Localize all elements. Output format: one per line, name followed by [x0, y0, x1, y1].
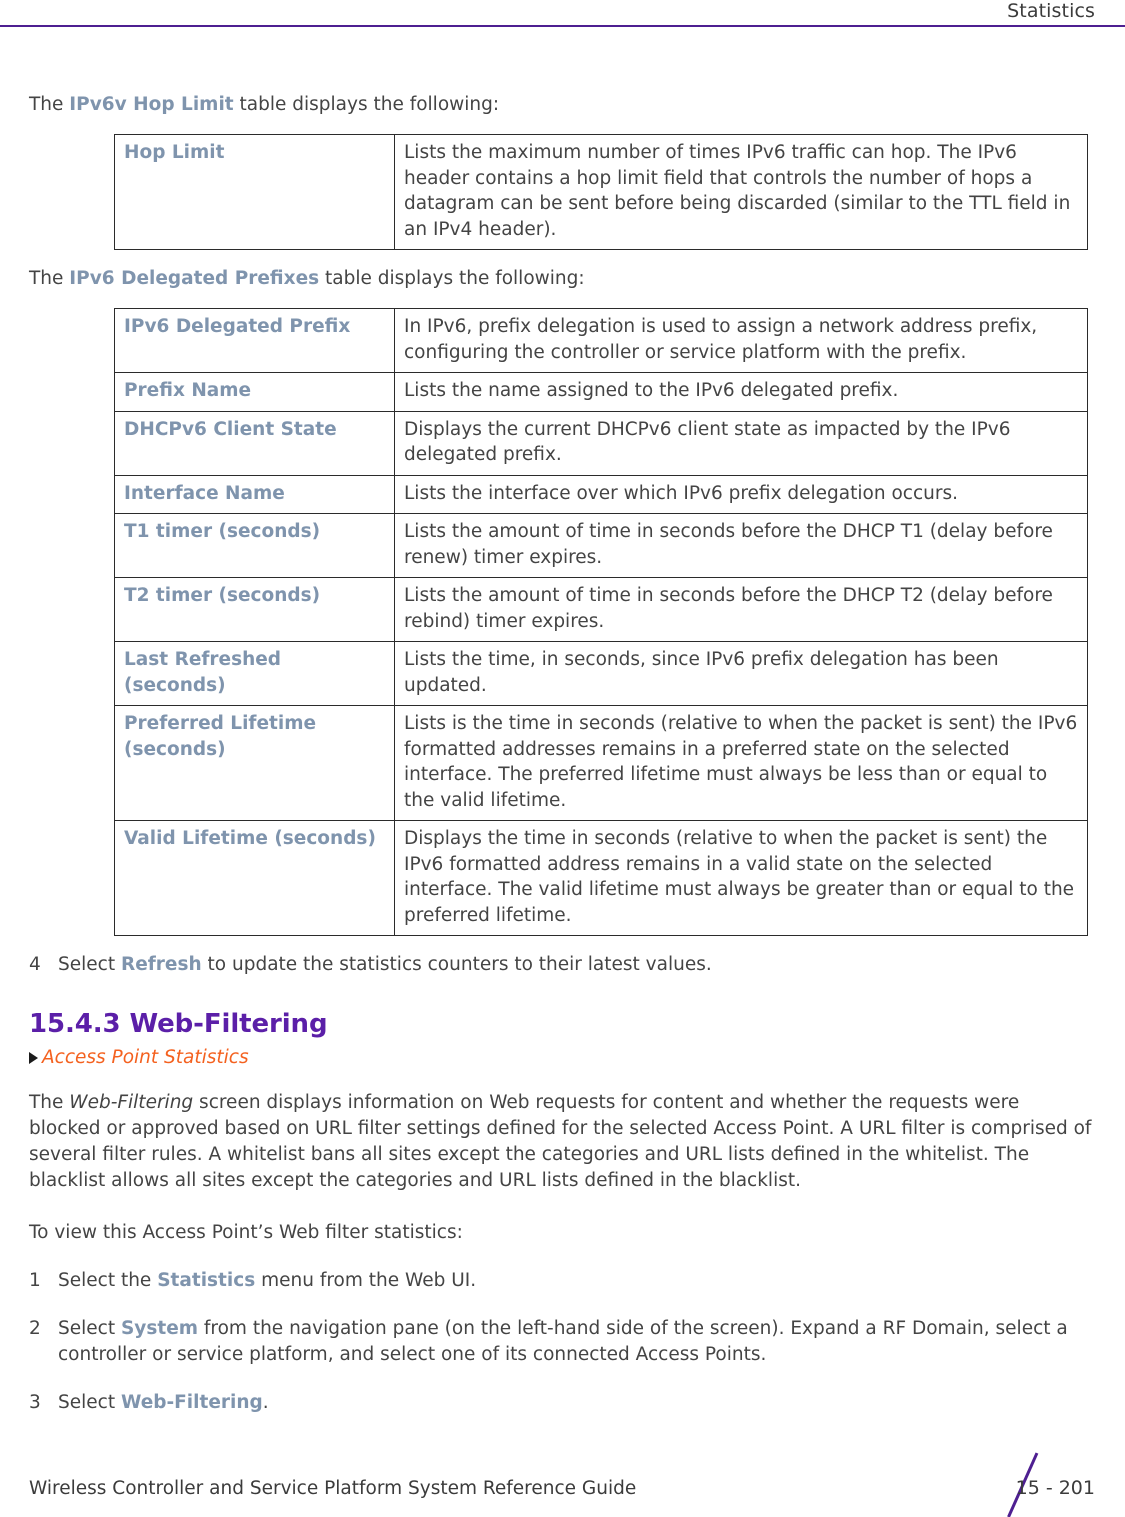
- row-description: Lists the amount of time in seconds befo…: [394, 513, 1088, 578]
- delegated-prefixes-table: IPv6 Delegated Prefix In IPv6, prefix de…: [114, 308, 1088, 936]
- triangle-right-icon: [29, 1051, 38, 1064]
- row-description: Lists the interface over which IPv6 pref…: [394, 474, 1088, 514]
- header-rule: [0, 25, 1125, 27]
- table-row: Prefix Name Lists the name assigned to t…: [114, 372, 1088, 412]
- step-1: 1 Select the Statistics menu from the We…: [29, 1268, 1096, 1294]
- step-term: Statistics: [157, 1270, 256, 1291]
- step-3: 3 Select Web-Filtering.: [29, 1390, 1096, 1416]
- table-row: Preferred Lifetime (seconds) Lists is th…: [114, 705, 1088, 821]
- step-number: 3: [29, 1392, 41, 1413]
- row-description: Displays the current DHCPv6 client state…: [394, 410, 1088, 476]
- row-description: Lists the maximum number of times IPv6 t…: [394, 134, 1088, 250]
- cross-reference-line[interactable]: Access Point Statistics: [29, 1047, 1096, 1068]
- step-number: 2: [29, 1318, 41, 1339]
- row-label: IPv6 Delegated Prefix: [114, 308, 395, 373]
- web-filtering-description: The Web-Filtering screen displays inform…: [29, 1090, 1096, 1194]
- footer-page-number: 15 - 201: [1015, 1477, 1095, 1499]
- row-label: DHCPv6 Client State: [114, 410, 395, 476]
- step-prefix: Select the: [58, 1270, 158, 1291]
- row-description: In IPv6, prefix delegation is used to as…: [394, 308, 1088, 373]
- step-suffix: to update the statistics counters to the…: [201, 954, 712, 975]
- row-label: Valid Lifetime (seconds): [114, 820, 395, 936]
- row-label: Preferred Lifetime (seconds): [114, 705, 395, 821]
- step-text: Select Refresh to update the statistics …: [58, 952, 1096, 978]
- step-refresh: 4 Select Refresh to update the statistic…: [29, 952, 1096, 978]
- row-label: T1 timer (seconds): [114, 513, 395, 578]
- body-emphasis: Web-Filtering: [69, 1092, 194, 1113]
- page-footer: Wireless Controller and Service Platform…: [0, 1447, 1125, 1517]
- intro-hop-limit-term: IPv6v Hop Limit: [69, 94, 234, 115]
- row-label: Prefix Name: [114, 372, 395, 412]
- intro-hop-limit-prefix: The: [29, 94, 70, 115]
- step-prefix: Select: [58, 1392, 121, 1413]
- intro-delegated-suffix: table displays the following:: [319, 268, 585, 289]
- row-description: Lists is the time in seconds (relative t…: [394, 705, 1088, 821]
- footer-guide-title: Wireless Controller and Service Platform…: [29, 1478, 637, 1499]
- intro-delegated-prefixes: The IPv6 Delegated Prefixes table displa…: [29, 266, 1096, 292]
- step-text: Select System from the navigation pane (…: [58, 1316, 1096, 1368]
- step-term: Refresh: [120, 954, 202, 975]
- step-suffix: .: [262, 1392, 269, 1413]
- step-prefix: Select: [58, 954, 121, 975]
- table-row: Valid Lifetime (seconds) Displays the ti…: [114, 820, 1088, 936]
- row-label: T2 timer (seconds): [114, 577, 395, 642]
- section-heading: 15.4.3 Web-Filtering: [29, 1009, 328, 1039]
- step-text: Select the Statistics menu from the Web …: [58, 1268, 1096, 1294]
- table-row: IPv6 Delegated Prefix In IPv6, prefix de…: [114, 308, 1088, 373]
- step-2: 2 Select System from the navigation pane…: [29, 1316, 1096, 1368]
- table-row: T1 timer (seconds) Lists the amount of t…: [114, 513, 1088, 578]
- intro-hop-limit-suffix: table displays the following:: [233, 94, 500, 115]
- body-part1: The: [29, 1092, 70, 1113]
- step-number: 1: [29, 1270, 41, 1291]
- document-page: Statistics The IPv6v Hop Limit table dis…: [0, 0, 1125, 1517]
- table-row: Hop Limit Lists the maximum number of ti…: [114, 134, 1088, 250]
- intro-delegated-prefix: The: [29, 268, 70, 289]
- cross-reference-link[interactable]: Access Point Statistics: [42, 1047, 249, 1068]
- intro-delegated-term: IPv6 Delegated Prefixes: [69, 268, 320, 289]
- step-term: Web-Filtering: [120, 1392, 263, 1413]
- header-title: Statistics: [1007, 0, 1095, 22]
- step-suffix: menu from the Web UI.: [255, 1270, 477, 1291]
- step-suffix: from the navigation pane (on the left-ha…: [58, 1318, 1068, 1365]
- row-description: Lists the amount of time in seconds befo…: [394, 577, 1088, 642]
- page-header: Statistics: [0, 0, 1125, 40]
- step-term: System: [120, 1318, 199, 1339]
- intro-steps: To view this Access Point’s Web filter s…: [29, 1222, 463, 1243]
- table-row: T2 timer (seconds) Lists the amount of t…: [114, 577, 1088, 642]
- table-row: Interface Name Lists the interface over …: [114, 474, 1088, 514]
- row-description: Lists the time, in seconds, since IPv6 p…: [394, 641, 1088, 706]
- step-prefix: Select: [58, 1318, 121, 1339]
- row-description: Lists the name assigned to the IPv6 dele…: [394, 372, 1088, 412]
- page-content: The IPv6v Hop Limit table displays the f…: [29, 92, 1096, 1416]
- hop-limit-table: Hop Limit Lists the maximum number of ti…: [114, 134, 1088, 250]
- intro-hop-limit: The IPv6v Hop Limit table displays the f…: [29, 92, 1096, 118]
- step-text: Select Web-Filtering.: [58, 1390, 1096, 1416]
- table-row: DHCPv6 Client State Displays the current…: [114, 410, 1088, 476]
- table-row: Last Refreshed (seconds) Lists the time,…: [114, 641, 1088, 706]
- row-label: Hop Limit: [114, 134, 395, 250]
- row-description: Displays the time in seconds (relative t…: [394, 820, 1088, 936]
- row-label: Interface Name: [114, 474, 395, 514]
- row-label: Last Refreshed (seconds): [114, 641, 395, 706]
- step-number: 4: [29, 954, 41, 975]
